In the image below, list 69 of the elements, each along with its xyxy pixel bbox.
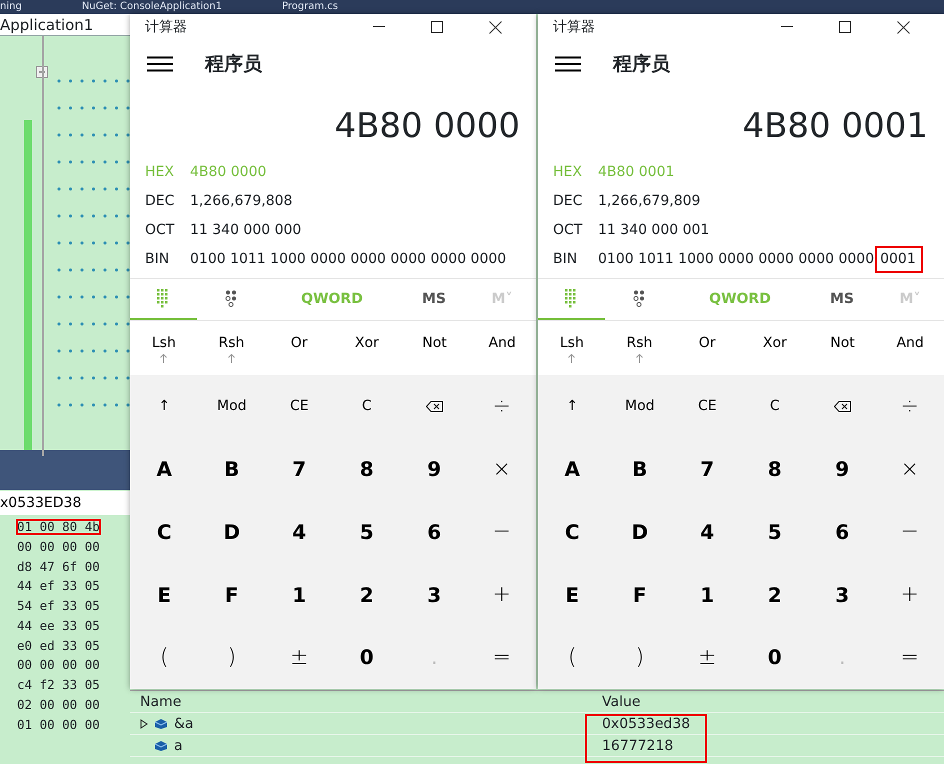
bitwise-button[interactable]: Not	[808, 321, 876, 375]
maximize-icon	[431, 21, 443, 33]
result-display: 4B80 0001	[741, 105, 929, 148]
memory-button[interactable]: MS	[808, 288, 876, 311]
radix-row[interactable]: BIN 0100 1011 1000 0000 0000 0000 0000 0001	[538, 245, 944, 274]
bitwise-button[interactable]: Xor	[740, 321, 809, 375]
variable-name: &a	[174, 714, 194, 734]
bitwise-button[interactable]: Lsh	[130, 321, 198, 375]
variable-name: a	[174, 736, 183, 756]
minimize-icon	[373, 26, 385, 28]
project-title: Application1	[0, 14, 130, 36]
memory-bytes: 01 00 00 00	[16, 716, 101, 734]
memory-bytes: 00 00 00 00	[16, 538, 101, 556]
expand-icon[interactable]	[140, 718, 148, 728]
memory-bytes: 01 00 80 4b	[14, 517, 103, 537]
menu-icon	[147, 56, 173, 72]
bitwise-button[interactable]: Xor	[332, 321, 401, 375]
bitwise-button[interactable]: Or	[673, 321, 741, 375]
arrow-icon	[160, 354, 168, 363]
bitwise-button[interactable]: Rsh	[606, 321, 674, 375]
memory-bytes: 02 00 00 00	[16, 696, 101, 714]
memory-bytes: c4 f2 33 05	[16, 676, 101, 694]
radix-row[interactable]: OCT 11 340 000 001	[538, 216, 944, 245]
bitwise-button[interactable]: And	[468, 321, 536, 375]
bitwise-button[interactable]: Not	[400, 321, 468, 375]
address-field[interactable]: x0533ED38	[0, 491, 130, 515]
keypad-icon	[157, 288, 170, 308]
arrow-icon	[228, 354, 235, 363]
memory-bytes: e0 ed 33 05	[16, 636, 101, 654]
mode-title: 程序员	[613, 52, 670, 77]
window-title: 计算器	[553, 18, 596, 36]
radix-row[interactable]: DEC 1,266,679,808	[130, 187, 536, 216]
backspace-icon	[426, 401, 443, 412]
dots-icon	[632, 290, 644, 306]
document-tab[interactable]: Program.cs	[282, 1, 338, 12]
document-tab[interactable]: NuGet: ConsoleApplication1	[82, 1, 222, 12]
result-display: 4B80 0000	[333, 105, 521, 148]
close-icon	[896, 20, 910, 34]
document-tab[interactable]: ning	[0, 1, 22, 12]
bitwise-button[interactable]: Lsh	[538, 321, 606, 375]
memory-bytes: 54 ef 33 05	[16, 597, 101, 615]
mode-title: 程序员	[205, 52, 262, 77]
memory-bytes: d8 47 6f 00	[16, 558, 101, 576]
close-icon	[488, 20, 502, 34]
memory-bytes: 44 ee 33 05	[16, 616, 101, 635]
column-header: Name	[140, 692, 182, 712]
arrow-icon	[636, 354, 643, 363]
bitwise-button[interactable]: Rsh	[198, 321, 266, 375]
variable-value: 0x0533ed38	[601, 715, 690, 734]
memory-bytes: 44 ef 33 05	[16, 577, 101, 596]
backspace-icon	[834, 401, 851, 412]
column-header: Value	[601, 693, 640, 712]
radix-row[interactable]: DEC 1,266,679,809	[538, 187, 944, 216]
arrow-icon	[568, 354, 576, 363]
variable-value: 16777218	[601, 737, 674, 756]
keypad-icon	[565, 288, 578, 308]
variable-icon	[154, 718, 168, 730]
memory-button[interactable]: MS	[400, 288, 468, 311]
radix-row[interactable]: BIN 0100 1011 1000 0000 0000 0000 0000 0000	[130, 245, 536, 274]
maximize-icon	[839, 21, 851, 33]
bitwise-button[interactable]: And	[876, 321, 944, 375]
bitwise-button[interactable]: Or	[265, 321, 333, 375]
window-title: 计算器	[145, 18, 188, 36]
minimize-icon	[781, 26, 793, 28]
dots-icon	[224, 290, 236, 306]
menu-icon	[555, 56, 581, 72]
memory-bytes: 00 00 00 00	[16, 656, 101, 674]
variable-icon	[154, 740, 168, 752]
radix-row[interactable]: OCT 11 340 000 000	[130, 216, 536, 245]
